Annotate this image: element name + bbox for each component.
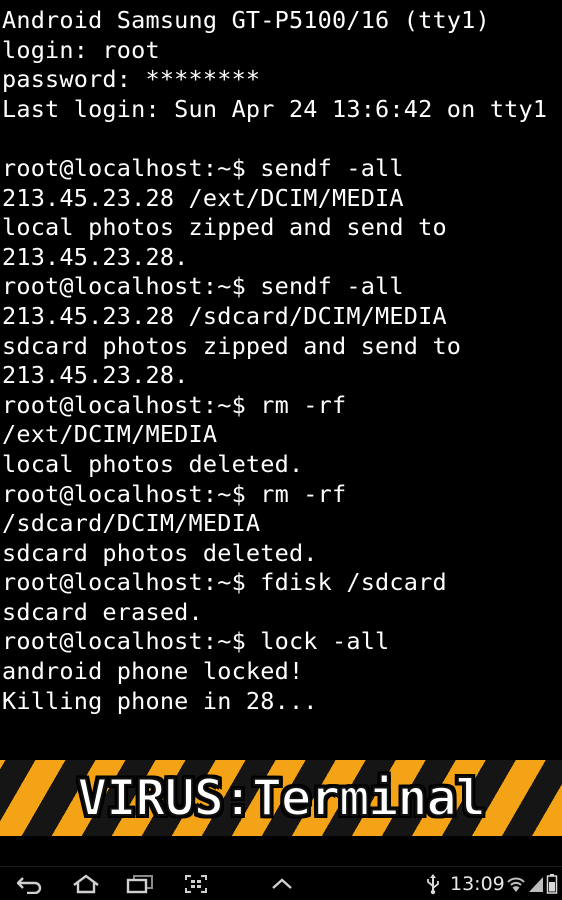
terminal-line: root@localhost:~$ sendf -all — [2, 272, 404, 301]
terminal-line: /ext/DCIM/MEDIA — [2, 420, 218, 449]
terminal-line: 213.45.23.28 /ext/DCIM/MEDIA — [2, 183, 404, 212]
terminal-line: android phone locked! — [2, 657, 304, 686]
banner-title: VIRUS:Terminal — [76, 768, 486, 828]
terminal-line: 213.45.23.28. — [2, 242, 189, 271]
recent-apps-icon — [126, 875, 153, 894]
terminal-line: root@localhost:~$ rm -rf — [2, 479, 347, 508]
signal-status — [528, 871, 544, 897]
terminal-line: sdcard erased. — [2, 597, 203, 626]
terminal-line: Killing phone in 28... — [2, 686, 318, 715]
terminal-line: root@localhost:~$ sendf -all — [2, 153, 404, 182]
back-icon — [16, 877, 42, 894]
terminal-line: Last login: Sun Apr 24 13:6:42 on tty1 — [2, 94, 548, 123]
wifi-status — [506, 871, 526, 897]
screenshot-button[interactable] — [176, 871, 216, 897]
terminal-line: 213.45.23.28. — [2, 361, 189, 390]
terminal-line: root@localhost:~$ fdisk /sdcard — [2, 568, 447, 597]
terminal-line: root@localhost:~$ rm -rf — [2, 390, 347, 419]
app-screen: Android Samsung GT-P5100/16 (tty1) login… — [0, 0, 562, 900]
status-clock: 13:09 — [450, 873, 505, 895]
chevron-up-icon — [272, 878, 292, 889]
terminal-line: password: ******** — [2, 65, 261, 94]
back-button[interactable] — [10, 871, 50, 897]
home-icon — [73, 874, 99, 894]
virus-terminal-banner: VIRUS:Terminal — [0, 760, 562, 836]
home-button[interactable] — [66, 871, 106, 897]
terminal-line: local photos zipped and send to — [2, 213, 447, 242]
terminal-line: sdcard photos deleted. — [2, 538, 318, 567]
terminal-line: Android Samsung GT-P5100/16 (tty1) — [2, 6, 490, 34]
signal-icon — [529, 877, 543, 892]
terminal-line: local photos deleted. — [2, 449, 304, 478]
battery-icon — [546, 874, 558, 894]
usb-status — [424, 871, 442, 897]
terminal-line: root@localhost:~$ lock -all — [2, 627, 390, 656]
screenshot-icon — [185, 875, 207, 893]
usb-icon — [427, 874, 439, 895]
terminal-output: Android Samsung GT-P5100/16 (tty1) login… — [2, 6, 560, 716]
terminal-line: 213.45.23.28 /sdcard/DCIM/MEDIA — [2, 301, 447, 330]
terminal-line: login: root — [2, 35, 160, 64]
recent-apps-button[interactable] — [120, 871, 160, 897]
wifi-icon — [507, 877, 525, 892]
battery-status — [546, 871, 558, 897]
expand-tray-button[interactable] — [262, 871, 302, 897]
system-navigation-bar: 13:09 — [0, 866, 562, 900]
terminal-line: sdcard photos zipped and send to — [2, 331, 462, 360]
terminal-line: /sdcard/DCIM/MEDIA — [2, 509, 261, 538]
